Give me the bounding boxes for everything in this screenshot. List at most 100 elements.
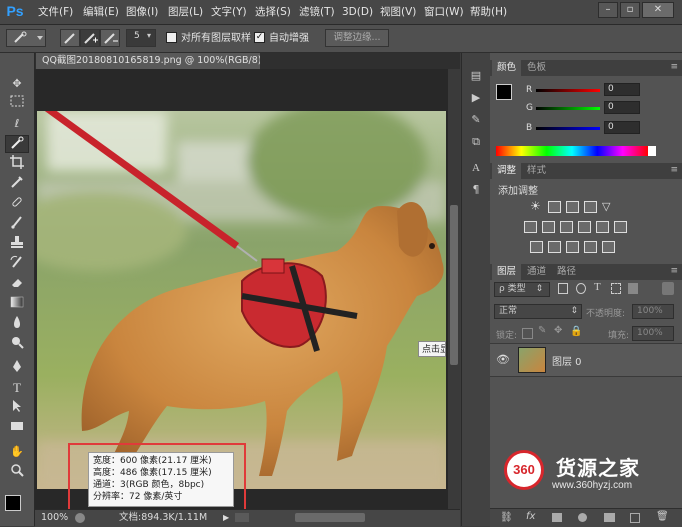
path-selection-tool-icon[interactable] [5,399,29,417]
eye-icon[interactable]: 👁 [496,353,510,366]
new-group-icon[interactable] [604,513,615,522]
auto-enhance-checkbox[interactable]: ✓ [254,32,265,43]
tab-adjustments[interactable]: 调整 [492,163,522,179]
red-value-input[interactable]: 0 [604,83,640,96]
blend-mode-select[interactable]: 正常 ⇕ [494,304,582,319]
tab-channels[interactable]: 通道 [522,264,551,280]
photo-filter-icon[interactable] [578,221,591,233]
gradient-map-icon[interactable] [602,241,615,253]
horizontal-scroll-left-icon[interactable] [235,513,249,522]
document-info[interactable]: 文档:894.3K/1.11M [119,510,207,526]
adjustments-panel-menu-icon[interactable]: ≡ [670,165,678,175]
paragraph-panel-icon[interactable]: ¶ [467,181,485,199]
color-foreground-swatch[interactable] [496,84,512,100]
layer-filter-select[interactable]: ρ 类型 ⇕ [494,282,550,297]
filter-pixel-icon[interactable] [558,283,568,294]
crop-tool-icon[interactable] [5,155,29,173]
lock-pixels-icon[interactable]: ✎ [538,325,546,336]
restore-button[interactable]: ▫ [620,2,640,18]
color-lookup-icon[interactable] [614,221,627,233]
quick-selection-tool-icon[interactable] [5,135,29,153]
add-mask-icon[interactable] [552,513,562,522]
blue-value-input[interactable]: 0 [604,121,640,134]
tool-preset-picker[interactable] [6,29,46,47]
spectrum-white-swatch[interactable] [648,146,656,156]
color-balance-icon[interactable] [542,221,555,233]
vertical-scrollbar-thumb[interactable] [450,205,458,365]
document-tab[interactable]: QQ截图20180810165819.png @ 100%(RGB/8) * × [36,53,260,69]
rectangle-tool-icon[interactable] [5,419,29,437]
horizontal-scrollbar-thumb[interactable] [295,513,365,522]
actions-panel-icon[interactable]: ▶ [467,89,485,107]
brush-tool-icon[interactable] [5,215,29,233]
menu-filter[interactable]: 滤镜(T) [299,0,335,24]
tab-layers[interactable]: 图层 [492,264,522,280]
channel-mixer-icon[interactable] [596,221,609,233]
menu-view[interactable]: 视图(V) [380,0,416,24]
fill-input[interactable]: 100% [632,326,674,341]
history-brush-tool-icon[interactable] [5,255,29,273]
character-panel-icon[interactable]: A [467,159,485,177]
red-slider[interactable] [536,89,600,92]
zoom-level[interactable]: 100% [41,510,68,526]
brush-size-picker[interactable]: 5 ▾ [126,29,156,47]
close-button[interactable]: ✕ [642,2,674,18]
menu-file[interactable]: 文件(F) [38,0,73,24]
lock-position-icon[interactable]: ✥ [554,325,562,336]
refine-edge-button[interactable]: 调整边缘... [325,29,389,47]
delete-layer-icon[interactable]: 🗑 [656,511,669,522]
eraser-tool-icon[interactable] [5,275,29,293]
hand-tool-icon[interactable]: ✋ [5,443,29,461]
lasso-tool-icon[interactable]: ℓ [5,115,29,133]
filter-type-icon[interactable]: T [594,281,601,293]
history-panel-icon[interactable]: ▤ [467,67,485,85]
marquee-tool-icon[interactable] [5,95,29,113]
exposure-icon[interactable] [584,201,597,213]
vibrance-icon[interactable]: ▽ [602,201,610,212]
tab-color[interactable]: 颜色 [492,60,522,76]
menu-image[interactable]: 图像(I) [126,0,158,24]
threshold-icon[interactable] [566,241,579,253]
filter-smart-object-icon[interactable] [628,283,638,294]
new-selection-mode[interactable] [60,29,80,47]
brightness-icon[interactable]: ☀ [530,200,541,212]
levels-icon[interactable] [548,201,561,213]
filter-shape-icon[interactable] [611,283,621,294]
zoom-tool-icon[interactable] [5,463,29,481]
document-canvas-image[interactable] [37,111,446,489]
pen-tool-icon[interactable] [5,359,29,377]
menu-window[interactable]: 窗口(W) [424,0,464,24]
layers-panel-menu-icon[interactable]: ≡ [670,266,678,276]
panel-menu-icon[interactable]: ≡ [670,62,678,72]
lock-all-icon[interactable]: 🔒 [570,326,582,337]
new-layer-icon[interactable] [630,513,640,523]
tab-paths[interactable]: 路径 [552,264,581,280]
tab-styles[interactable]: 样式 [522,163,551,179]
menu-3d[interactable]: 3D(D) [342,0,373,24]
tab-swatches[interactable]: 色板 [522,60,551,76]
type-tool-icon[interactable]: T [5,379,29,397]
menu-layer[interactable]: 图层(L) [168,0,203,24]
filter-toggle-switch[interactable] [662,282,674,295]
eyedropper-tool-icon[interactable] [5,175,29,193]
minimize-button[interactable]: – [598,2,618,18]
color-spectrum-ramp[interactable] [496,146,648,156]
healing-brush-tool-icon[interactable] [5,195,29,213]
filter-adjustment-icon[interactable] [576,283,586,294]
menu-edit[interactable]: 编辑(E) [83,0,119,24]
dodge-tool-icon[interactable] [5,335,29,353]
status-menu-arrow-icon[interactable]: ▶ [223,510,229,526]
menu-help[interactable]: 帮助(H) [470,0,507,24]
subtract-selection-mode[interactable] [100,29,120,47]
menu-type[interactable]: 文字(Y) [211,0,247,24]
move-tool-icon[interactable]: ✥ [5,75,29,93]
blur-tool-icon[interactable] [5,315,29,333]
layer-row[interactable]: 👁 图层 0 [490,343,682,377]
menu-select[interactable]: 选择(S) [255,0,291,24]
black-white-icon[interactable] [560,221,573,233]
brush-panel-icon[interactable]: ✎ [467,111,485,129]
clone-stamp-tool-icon[interactable] [5,235,29,253]
new-adjustment-layer-icon[interactable] [578,513,587,522]
add-selection-mode[interactable] [80,29,100,47]
gradient-tool-icon[interactable] [5,295,29,313]
